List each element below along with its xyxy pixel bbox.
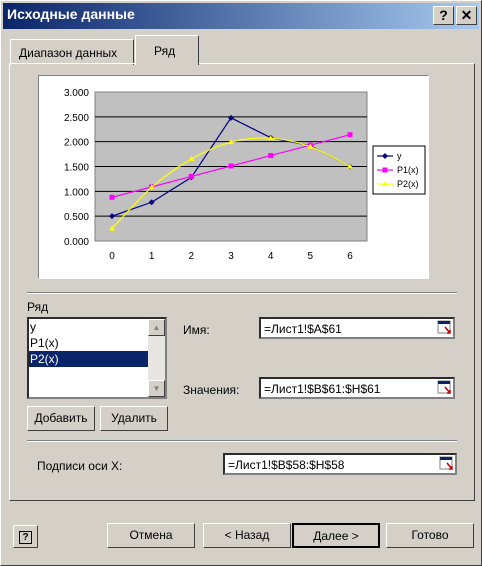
remove-series-button[interactable]: Удалить	[100, 406, 168, 431]
window-title: Исходные данные	[7, 6, 135, 22]
x-tick-label: 4	[268, 251, 274, 262]
scroll-down-icon[interactable]: ▼	[148, 380, 165, 397]
series-listbox[interactable]: y P1(x) P2(x) ▲ ▼	[27, 317, 167, 399]
help-title-button[interactable]: ?	[433, 6, 454, 25]
scroll-up-icon[interactable]: ▲	[148, 319, 165, 336]
x-tick-label: 3	[228, 251, 234, 262]
line-chart: 3.000 2.500 2.000 1.500 1.000 0.500 0.000 0 1 2 3 4…	[64, 88, 426, 262]
list-scrollbar[interactable]: ▲ ▼	[148, 319, 165, 397]
finish-button[interactable]: Готово	[386, 523, 474, 548]
x-labels-field[interactable]: =Лист1!$B$58:$H$58	[223, 453, 457, 475]
chart-preview: 3.000 2.500 2.000 1.500 1.000 0.500 0.000 0 1 2 3 4…	[38, 75, 429, 279]
help-button[interactable]: ?	[13, 525, 38, 548]
x-tick-label: 2	[189, 251, 195, 262]
y-tick-label: 3.000	[64, 88, 89, 99]
values-field[interactable]: =Лист1!$B$61:$H$61	[259, 377, 455, 399]
add-series-button[interactable]: Добавить	[27, 406, 95, 431]
y-tick-label: 1.000	[64, 187, 89, 198]
y-tick-label: 0.500	[64, 212, 89, 223]
dialog-window: Исходные данные ? ✕ Диапазон данных Ряд …	[0, 0, 482, 566]
series-list-label: Ряд	[27, 300, 49, 314]
name-field[interactable]: =Лист1!$A$61	[259, 317, 455, 339]
tab-data-range[interactable]: Диапазон данных	[10, 39, 134, 65]
list-item[interactable]: P1(x)	[29, 335, 165, 351]
y-tick-label: 2.000	[64, 138, 89, 149]
name-field-value: =Лист1!$A$61	[264, 322, 342, 336]
y-tick-label: 2.500	[64, 113, 89, 124]
range-select-icon[interactable]	[439, 455, 455, 473]
data-point	[268, 153, 274, 159]
close-button[interactable]: ✕	[456, 6, 477, 25]
data-point	[347, 132, 353, 138]
help-icon: ?	[19, 531, 32, 544]
legend-marker	[382, 167, 388, 173]
name-field-label: Имя:	[183, 323, 210, 337]
next-button[interactable]: Далее >	[292, 523, 380, 548]
data-point	[188, 173, 194, 179]
x-labels-field-value: =Лист1!$B$58:$H$58	[228, 458, 345, 472]
legend-label: P2(x)	[397, 179, 419, 189]
x-tick-label: 0	[109, 251, 115, 262]
list-item[interactable]: y	[29, 319, 165, 335]
values-field-label: Значения:	[183, 383, 240, 397]
x-labels-field-label: Подписи оси X:	[37, 459, 123, 473]
range-select-icon[interactable]	[437, 379, 453, 397]
y-tick-label: 1.500	[64, 163, 89, 174]
range-select-icon[interactable]	[437, 319, 453, 337]
separator	[27, 292, 457, 294]
title-bar: Исходные данные ? ✕	[3, 3, 479, 29]
tab-series[interactable]: Ряд	[135, 35, 199, 65]
data-point	[109, 194, 115, 200]
back-button[interactable]: < Назад	[203, 523, 291, 548]
x-tick-label: 5	[308, 251, 314, 262]
separator	[27, 440, 457, 442]
y-tick-label: 0.000	[64, 237, 89, 248]
list-item[interactable]: P2(x)	[29, 351, 165, 367]
values-field-value: =Лист1!$B$61:$H$61	[264, 382, 381, 396]
x-tick-label: 1	[149, 251, 155, 262]
legend-label: P1(x)	[397, 165, 419, 175]
x-tick-label: 6	[347, 251, 353, 262]
cancel-button[interactable]: Отмена	[107, 523, 195, 548]
legend-label: y	[397, 151, 402, 161]
data-point	[228, 163, 234, 169]
